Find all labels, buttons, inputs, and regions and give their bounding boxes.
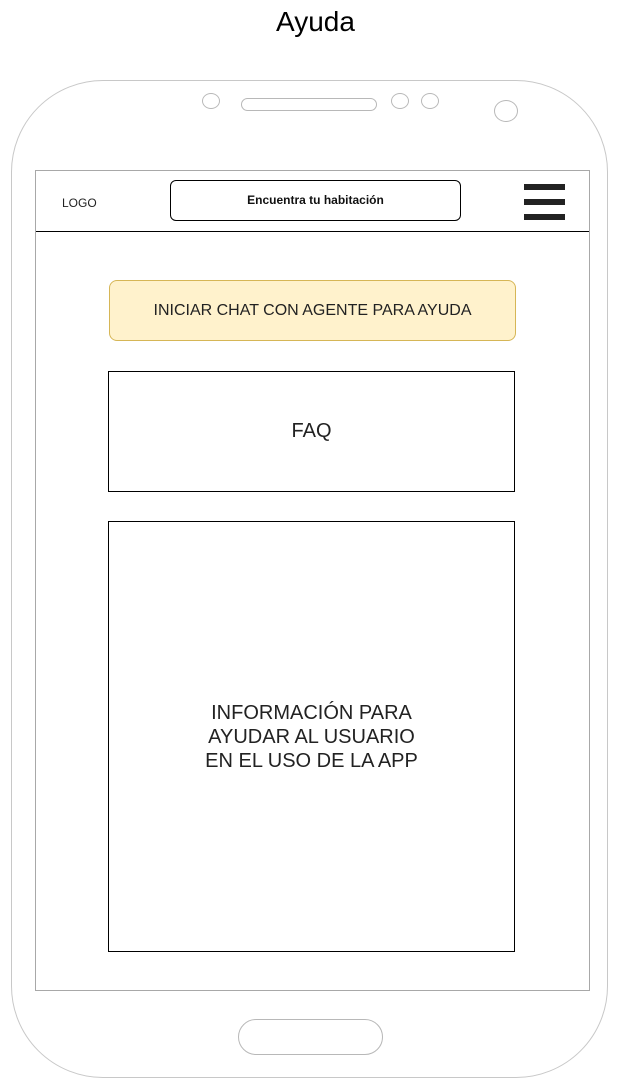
menu-bar (524, 214, 565, 220)
page-title: Ayuda (276, 6, 355, 37)
sensor-icon (391, 93, 409, 109)
menu-bar (524, 184, 565, 190)
app-logo: LOGO (62, 196, 97, 210)
hamburger-menu-icon[interactable] (524, 184, 565, 222)
top-bar: LOGO Encuentra tu habitación (36, 171, 589, 232)
help-info-section: INFORMACIÓN PARA AYUDAR AL USUARIO EN EL… (108, 521, 515, 952)
faq-section[interactable]: FAQ (108, 371, 515, 492)
sensor-icon (202, 93, 220, 109)
app-screen: LOGO Encuentra tu habitación INICIAR CHA… (35, 170, 590, 991)
faq-label: FAQ (291, 420, 332, 442)
start-chat-label: INICIAR CHAT CON AGENTE PARA AYUDA (153, 301, 472, 319)
sensor-icon (421, 93, 439, 109)
speaker-grille (241, 98, 377, 111)
home-button[interactable] (238, 1019, 383, 1055)
start-chat-button[interactable]: INICIAR CHAT CON AGENTE PARA AYUDA (109, 280, 516, 341)
menu-bar (524, 199, 565, 205)
help-info-text: INFORMACIÓN PARA AYUDAR AL USUARIO EN EL… (205, 701, 418, 772)
search-input[interactable]: Encuentra tu habitación (170, 180, 461, 221)
front-camera-icon (494, 100, 518, 122)
